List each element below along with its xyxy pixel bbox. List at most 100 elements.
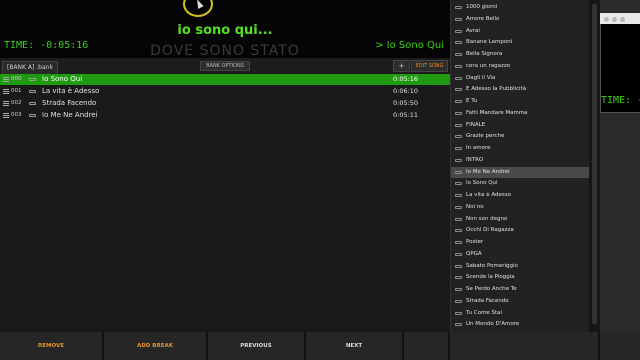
song-type-icon [455, 252, 462, 256]
library-item-title: Io Me Ne Andrei [466, 168, 510, 175]
library-item[interactable]: Tu Come Stai [451, 308, 600, 319]
song-type-icon [455, 182, 462, 186]
current-lyric: io sono qui... [177, 23, 273, 38]
playlist-row[interactable]: 002 Strada Facendo 0:05:50 [0, 98, 450, 109]
library-item[interactable]: INTRO [451, 155, 600, 166]
song-type-icon [455, 323, 462, 327]
row-number: 003 [11, 112, 22, 118]
library-action-area[interactable] [450, 332, 600, 360]
library-item[interactable]: Poster [451, 237, 600, 248]
row-number: 000 [11, 76, 22, 82]
playlist-row[interactable]: 000 Io Sono Qui 0:05:16 [0, 74, 450, 85]
library-item[interactable]: Occhi Di Ragazza [451, 225, 600, 236]
library-item-title: E Adesso la Pubblicità [466, 86, 527, 93]
library-item-title: Poster [466, 239, 484, 245]
song-type-icon [455, 53, 462, 56]
song-type-icon [455, 170, 462, 174]
song-type-icon [455, 276, 462, 280]
song-duration: 0:05:16 [393, 75, 419, 83]
library-item-title: Un Mondo D'Amore [466, 321, 520, 328]
library-item-title: Fatti Mandare Mamma [466, 109, 528, 116]
song-type-icon [29, 78, 36, 81]
library-item[interactable]: E Adesso la Pubblicità [451, 84, 600, 95]
song-title: Io Sono Qui [42, 75, 83, 83]
library-item-title: FINALE [466, 121, 486, 128]
drag-handle-icon[interactable] [3, 101, 9, 106]
library-item[interactable]: Amore Bello [451, 14, 600, 25]
library-item[interactable]: In amore [451, 143, 600, 154]
library-item-title: 1000 giorni [466, 4, 498, 10]
next-button[interactable]: NEXT [306, 332, 404, 360]
song-type-icon [455, 158, 462, 162]
library-item[interactable]: Strada Facendo [451, 296, 600, 307]
previous-button[interactable]: PREVIOUS [208, 332, 306, 360]
library-item[interactable]: Non son degno [451, 214, 600, 225]
song-type-icon [455, 6, 462, 9]
bank-tab[interactable]: [BANK A] .bank [2, 61, 58, 74]
library-item-title: Tu Come Stai [466, 309, 502, 316]
song-title: Io Me Ne Andrei [42, 111, 98, 119]
library-item[interactable]: Se Perdo Anche Te [451, 284, 600, 295]
edit-song-button[interactable]: EDIT SONG [411, 60, 448, 72]
song-duration: 0:05:11 [393, 111, 419, 119]
close-window-icon[interactable] [604, 17, 609, 22]
library-item[interactable]: Fatti Mandare Mamma [451, 108, 600, 119]
song-type-icon [29, 114, 36, 117]
blank-button[interactable] [404, 332, 450, 360]
playlist-toolbar: [BANK A] .bank BANK OPTIONS + EDIT SONG [0, 58, 450, 74]
song-type-icon [455, 76, 462, 80]
song-library: 1000 giorni Amore Bello Avrai Banane Lampon… [450, 0, 600, 332]
library-item[interactable]: Banane Lamponi [451, 37, 600, 48]
library-item[interactable]: E Tu [451, 96, 600, 107]
song-type-icon [455, 29, 462, 33]
library-item-title: Avrai [466, 27, 480, 34]
remove-button[interactable]: REMOVE [0, 332, 104, 360]
library-item[interactable]: cera un ragazzo [451, 61, 600, 72]
bank-options-button[interactable]: BANK OPTIONS [200, 61, 250, 71]
song-type-icon [455, 205, 462, 209]
library-item[interactable]: Scende la Pioggia [451, 272, 600, 283]
preview-action-area[interactable] [600, 332, 640, 360]
preview-time: TIME: - [601, 95, 640, 106]
library-item-title: Noi no [466, 203, 484, 210]
song-title: Strada Facendo [42, 99, 97, 107]
library-item[interactable]: Avrai [451, 26, 600, 37]
song-type-icon [455, 111, 462, 115]
library-item-title: Non son degno [466, 215, 508, 222]
library-scrollbar-thumb[interactable] [592, 4, 597, 324]
library-item[interactable]: Io Sono Qui [451, 178, 600, 189]
add-break-button[interactable]: ADD BREAK [104, 332, 208, 360]
playlist-row[interactable]: 003 Io Me Ne Andrei 0:05:11 [0, 110, 450, 121]
library-item[interactable]: Dagli il Via [451, 73, 600, 84]
library-item[interactable]: Sabato Pomeriggio [451, 261, 600, 272]
playlist-row[interactable]: 001 La vita è Adesso 0:06:10 [0, 86, 450, 97]
song-type-icon [29, 102, 36, 105]
library-item[interactable]: Io Me Ne Andrei [451, 166, 600, 178]
drag-handle-icon[interactable] [3, 77, 9, 82]
library-item[interactable]: Bella Signora [451, 49, 600, 60]
minimize-window-icon[interactable] [612, 17, 617, 22]
library-item[interactable]: Un Mondo D'Amore [451, 319, 600, 330]
library-item[interactable]: Noi no [451, 202, 600, 213]
library-item[interactable]: QPGA [451, 249, 600, 260]
library-item-title: Bella Signora [466, 51, 503, 57]
song-title: La vita è Adesso [42, 87, 100, 95]
lyrics-display: io sono qui... TIME: -0:05:16 DOVE SONO … [0, 0, 450, 58]
library-item-title: La vita è Adesso [466, 192, 512, 198]
song-duration: 0:06:10 [393, 87, 419, 95]
maximize-window-icon[interactable] [620, 17, 625, 22]
library-item[interactable]: Grazie perche [451, 131, 600, 142]
song-type-icon [455, 135, 462, 139]
drag-handle-icon[interactable] [3, 89, 9, 94]
row-number: 002 [11, 100, 22, 106]
library-item[interactable]: FINALE [451, 120, 600, 131]
library-item[interactable]: 1000 giorni [451, 2, 600, 13]
song-type-icon [455, 288, 462, 291]
library-item-title: Grazie perche [466, 133, 505, 140]
library-item-title: Io Sono Qui [466, 180, 498, 187]
song-type-icon [455, 41, 462, 45]
add-bank-button[interactable]: + [393, 60, 410, 72]
library-item[interactable]: La vita è Adesso [451, 190, 600, 201]
library-item-title: Strada Facendo [466, 297, 509, 304]
drag-handle-icon[interactable] [3, 113, 9, 118]
